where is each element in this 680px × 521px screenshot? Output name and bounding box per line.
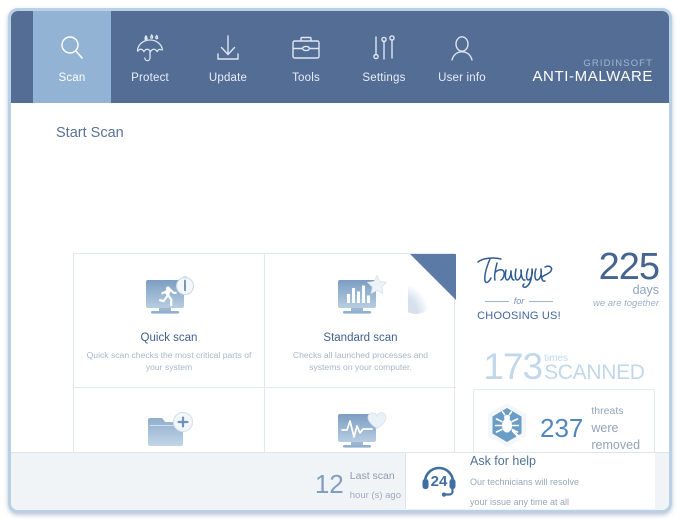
threats-removed-row: 237 threats were removed xyxy=(482,400,646,455)
ask-for-help-panel[interactable]: 24 Ask for help Our technicians will res… xyxy=(405,453,655,509)
user-icon xyxy=(446,27,478,69)
scan-tile-quick[interactable]: Quick scan Quick scan checks the most cr… xyxy=(74,254,265,388)
scan-tile-standard[interactable]: Advised xyxy=(265,254,456,388)
umbrella-icon xyxy=(133,27,167,69)
days-together-block: 225 days we are together xyxy=(571,246,660,310)
help-title: Ask for help xyxy=(470,454,537,468)
nav-item-settings[interactable]: Settings xyxy=(345,11,423,103)
help-desc-line-2: your issue any time at all xyxy=(470,497,570,507)
brand-logo: GRIDINSOFT ANTI-MALWARE xyxy=(532,59,653,85)
nav-item-scan[interactable]: Scan xyxy=(33,11,111,112)
threats-word-1: threats xyxy=(591,404,624,417)
toolbox-icon xyxy=(289,27,323,69)
scanned-value: 173 xyxy=(483,345,543,387)
scanned-count-block: 173 times SCANNED xyxy=(473,339,655,387)
thank-you-message: for CHOOSING US! xyxy=(473,253,565,324)
magnifier-icon xyxy=(56,27,88,69)
application-window: Scan Protect Update Tools Settings User … xyxy=(8,8,672,513)
monitor-runner-icon xyxy=(138,272,200,326)
sliders-icon xyxy=(369,27,399,69)
nav-label: Tools xyxy=(292,72,320,84)
headset-icon: 24 xyxy=(418,458,460,505)
last-scan-unit: hour (s) ago xyxy=(349,490,401,502)
nav-item-update[interactable]: Update xyxy=(189,11,267,103)
nav-label: User info xyxy=(438,72,486,84)
threats-word-2: were removed xyxy=(591,420,641,453)
last-scan-text: Last scan hour (s) ago xyxy=(350,465,401,503)
main-content: Start Scan Quick scan Quick scan checks … xyxy=(11,103,669,510)
scan-tile-title: Quick scan xyxy=(140,332,198,344)
days-subtitle: we are together xyxy=(592,298,659,310)
help-text: Ask for help Our technicians will resolv… xyxy=(470,451,580,510)
thank-you-script-icon xyxy=(473,253,565,294)
scan-tile-description: Checks all launched processes and system… xyxy=(292,350,429,373)
top-navigation-bar: Scan Protect Update Tools Settings User … xyxy=(11,11,669,112)
brand-product: ANTI-MALWARE xyxy=(532,67,653,85)
bug-magnifier-hex-icon xyxy=(482,400,532,455)
threats-value: 237 xyxy=(540,412,584,443)
monitor-chart-star-icon xyxy=(330,272,392,326)
scanned-label: SCANNED xyxy=(544,361,645,384)
for-divider: for xyxy=(473,296,565,306)
nav-label: Settings xyxy=(362,72,406,84)
threats-caption: threats were removed xyxy=(591,401,646,455)
bottom-status-bar: 12 Last scan hour (s) ago 24 Ask for hel… xyxy=(11,452,669,510)
last-scan-value: 12 xyxy=(314,469,344,500)
help-desc-line-1: Our technicians will resolve xyxy=(470,477,580,487)
last-scan-info: 12 Last scan hour (s) ago xyxy=(315,465,401,503)
last-scan-label: Last scan xyxy=(349,470,395,482)
nav-label: Protect xyxy=(131,72,169,84)
nav-label: Update xyxy=(208,72,248,84)
nav-item-protect[interactable]: Protect xyxy=(111,11,189,103)
scan-tile-description: Quick scan checks the most critical part… xyxy=(86,350,252,373)
divider-line-right xyxy=(529,300,554,302)
nav-label: Scan xyxy=(58,72,86,84)
scan-tile-title: Standard scan xyxy=(323,332,398,344)
nav-item-user-info[interactable]: User info xyxy=(423,11,501,103)
nav-items: Scan Protect Update Tools Settings User … xyxy=(33,11,501,112)
download-icon xyxy=(212,27,244,69)
help-badge-number: 24 xyxy=(431,473,448,490)
thank-you-block: for CHOOSING US! 225 days we are togethe… xyxy=(473,248,660,329)
advised-ribbon: Advised xyxy=(408,254,456,330)
divider-line-left xyxy=(484,300,509,302)
page-title: Start Scan xyxy=(56,125,124,141)
for-label: for xyxy=(513,296,525,306)
nav-item-tools[interactable]: Tools xyxy=(267,11,345,103)
scanned-labels: times SCANNED xyxy=(544,354,645,384)
days-value: 225 xyxy=(598,246,660,288)
ribbon-label: Advised xyxy=(452,254,456,256)
choosing-us-text: CHOOSING US! xyxy=(477,310,561,322)
